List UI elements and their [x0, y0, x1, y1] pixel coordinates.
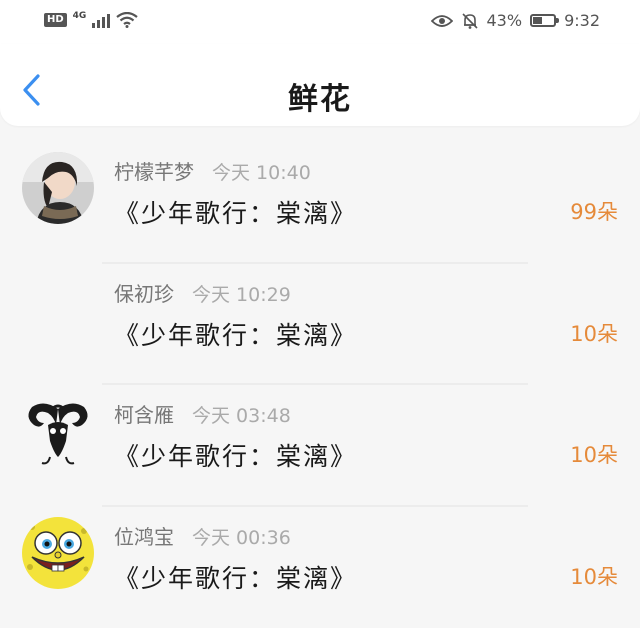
work-title[interactable]: 《少年歌行：棠漓》	[114, 316, 357, 352]
network-label: 4G	[73, 11, 87, 21]
flower-count: 10朵	[570, 561, 618, 591]
avatar[interactable]	[22, 274, 94, 346]
list-item[interactable]: 柯含雁 今天 03:48 《少年歌行：棠漓》 10朵	[0, 385, 640, 507]
work-title[interactable]: 《少年歌行：棠漓》	[114, 437, 357, 473]
flower-list: 柠檬芊梦 今天 10:40 《少年歌行：棠漓》 99朵 保初珍 今天 10:29…	[0, 142, 640, 628]
user-name[interactable]: 柠檬芊梦	[114, 156, 194, 185]
status-left: HD 4G	[44, 12, 138, 28]
hd-badge: HD	[44, 13, 67, 27]
user-name[interactable]: 柯含雁	[114, 399, 174, 428]
avatar[interactable]	[22, 395, 94, 467]
name-line: 柯含雁 今天 03:48	[114, 399, 291, 428]
timestamp: 今天 00:36	[192, 523, 291, 550]
timestamp: 今天 10:29	[192, 280, 291, 307]
flower-count: 99朵	[570, 196, 618, 226]
clock: 9:32	[564, 11, 600, 30]
list-item[interactable]: 柠檬芊梦 今天 10:40 《少年歌行：棠漓》 99朵	[0, 142, 640, 264]
tribal-ram-icon	[22, 395, 94, 467]
timestamp: 今天 10:40	[212, 158, 311, 185]
header: 鲜花	[0, 44, 640, 126]
avatar[interactable]	[22, 152, 94, 224]
status-right: 43% 9:32	[431, 11, 601, 30]
battery-percent: 43%	[487, 11, 523, 30]
user-name[interactable]: 保初珍	[114, 278, 174, 307]
wifi-icon	[116, 12, 138, 28]
list-item[interactable]: 位鸿宝 今天 00:36 《少年歌行：棠漓》 10朵	[0, 507, 640, 628]
user-name[interactable]: 位鸿宝	[114, 521, 174, 550]
name-line: 位鸿宝 今天 00:36	[114, 521, 291, 550]
signal-icon	[92, 12, 110, 28]
battery-fill	[533, 17, 542, 24]
work-title[interactable]: 《少年歌行：棠漓》	[114, 559, 357, 595]
flower-count: 10朵	[570, 318, 618, 348]
page-title: 鲜花	[0, 74, 640, 118]
battery-icon	[530, 14, 556, 27]
list-item[interactable]: 保初珍 今天 10:29 《少年歌行：棠漓》 10朵	[0, 264, 640, 386]
sponge-avatar-icon	[22, 517, 94, 589]
avatar[interactable]	[22, 517, 94, 589]
timestamp: 今天 03:48	[192, 401, 291, 428]
status-bar: HD 4G 43% 9:32	[0, 0, 640, 44]
work-title[interactable]: 《少年歌行：棠漓》	[114, 194, 357, 230]
name-line: 柠檬芊梦 今天 10:40	[114, 156, 311, 185]
eye-icon	[431, 14, 453, 28]
bell-off-icon	[461, 12, 479, 30]
flower-count: 10朵	[570, 439, 618, 469]
name-line: 保初珍 今天 10:29	[114, 278, 291, 307]
photo-avatar-icon	[22, 152, 94, 224]
